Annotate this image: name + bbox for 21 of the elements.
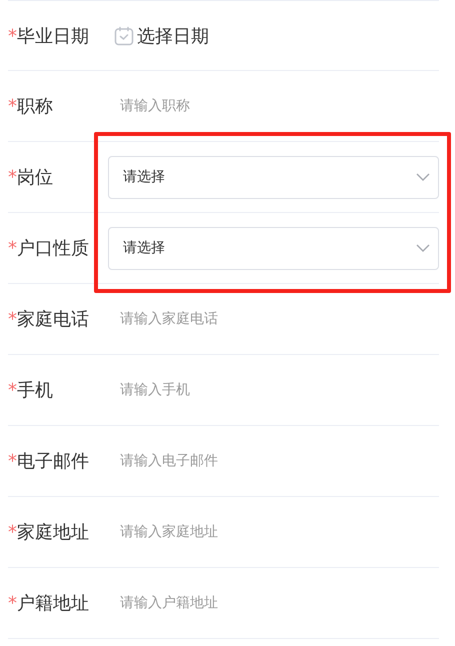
field-label: *毕业日期 (8, 24, 90, 48)
select-dropdown[interactable]: 请选择 (108, 156, 439, 198)
field-label: *岗位 (8, 166, 54, 189)
chevron-down-icon (416, 173, 430, 181)
input-field[interactable]: 请输入家庭地址 (120, 524, 420, 540)
input-field[interactable]: 请输入手机 (120, 382, 420, 398)
select-dropdown[interactable]: 请选择 (108, 226, 439, 270)
input-field[interactable]: 请输入电子邮件 (120, 453, 420, 469)
field-label: *户籍地址 (8, 592, 90, 615)
field-label: *家庭电话 (8, 308, 90, 331)
field-label: *职称 (8, 95, 54, 118)
field-label: *手机 (8, 379, 54, 402)
field-label: *家庭地址 (8, 521, 90, 544)
input-field[interactable]: 请输入户籍地址 (120, 595, 420, 611)
input-field[interactable]: 请输入职称 (120, 98, 420, 114)
date-picker[interactable]: 选择日期 (137, 24, 209, 48)
chevron-down-icon (416, 244, 430, 252)
calendar-icon[interactable] (114, 26, 134, 46)
field-label: *户口性质 (8, 237, 90, 260)
input-field[interactable]: 请输入家庭电话 (120, 311, 420, 327)
field-label: *电子邮件 (8, 450, 90, 473)
